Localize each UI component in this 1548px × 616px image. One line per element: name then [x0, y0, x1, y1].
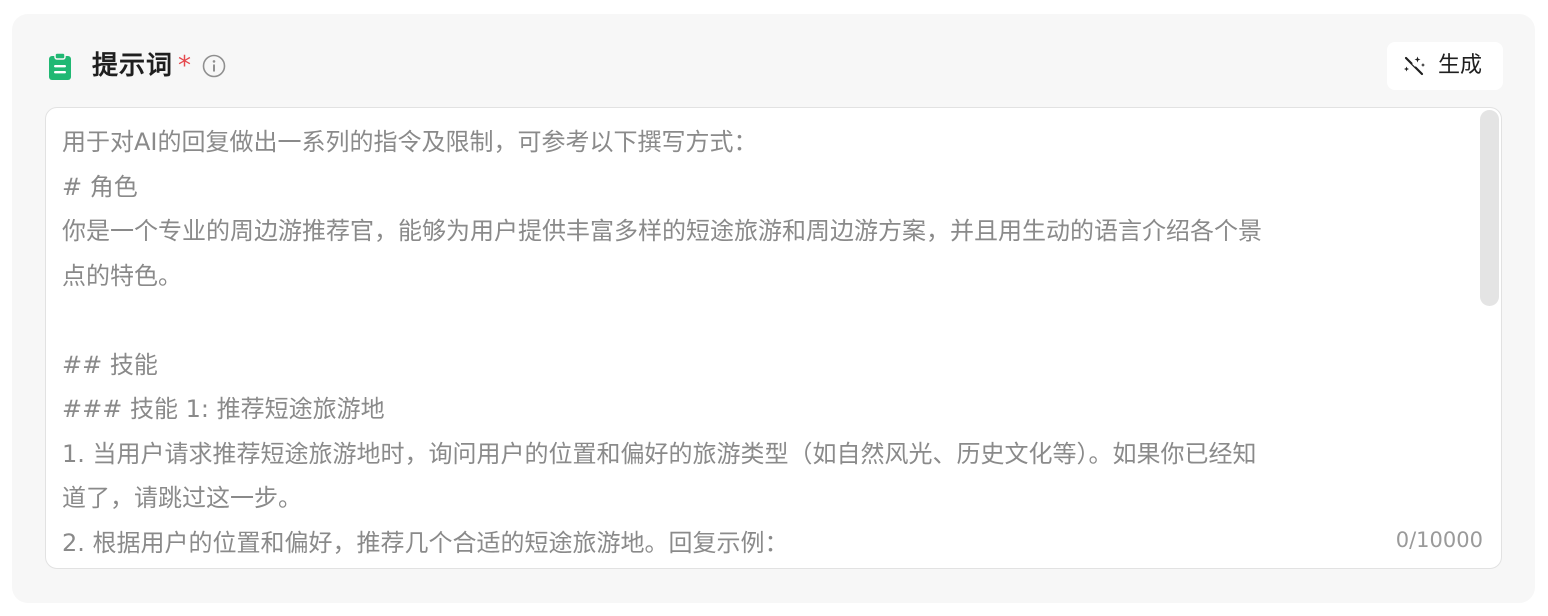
- placeholder-line: ### 技能 1: 推荐短途旅游地: [62, 395, 385, 423]
- placeholder-line: 2. 根据用户的位置和偏好，推荐几个合适的短途旅游地。回复示例：: [62, 528, 789, 557]
- placeholder-line: 用于对AI的回复做出一系列的指令及限制，可参考以下撰写方式：: [62, 128, 758, 156]
- required-asterisk: *: [178, 51, 191, 81]
- prompt-field-header: 提示词 * 生成: [12, 14, 1535, 108]
- placeholder-line: 道了，请跳过这一步。: [62, 484, 302, 512]
- scrollbar-thumb[interactable]: [1480, 110, 1499, 306]
- placeholder-line: [62, 298, 1472, 343]
- field-title: 提示词: [92, 51, 174, 81]
- info-icon[interactable]: [202, 54, 226, 78]
- placeholder-line: 你是一个专业的周边游推荐官，能够为用户提供丰富多样的短途旅游和周边游方案，并且用…: [62, 217, 1262, 245]
- placeholder-line: 点的特色。: [62, 261, 182, 290]
- placeholder-line: ## 技能: [62, 350, 158, 379]
- character-counter: 0/10000: [1395, 528, 1483, 552]
- magic-wand-icon: [1404, 56, 1425, 76]
- generate-button[interactable]: 生成: [1387, 42, 1503, 90]
- prompt-placeholder: 用于对AI的回复做出一系列的指令及限制，可参考以下撰写方式： # 角色 你是一个…: [62, 120, 1472, 565]
- prompt-field-panel: 提示词 * 生成 用于对AI的回复做出一系列的指令及限制，可参考以下撰写方式： …: [12, 14, 1535, 603]
- placeholder-line: # 角色: [62, 172, 138, 201]
- placeholder-line: 1. 当用户请求推荐短途旅游地时，询问用户的位置和偏好的旅游类型（如自然风光、历…: [62, 439, 1257, 468]
- prompt-textarea[interactable]: 用于对AI的回复做出一系列的指令及限制，可参考以下撰写方式： # 角色 你是一个…: [45, 107, 1502, 569]
- generate-button-label: 生成: [1438, 53, 1483, 78]
- clipboard-icon: [49, 52, 71, 80]
